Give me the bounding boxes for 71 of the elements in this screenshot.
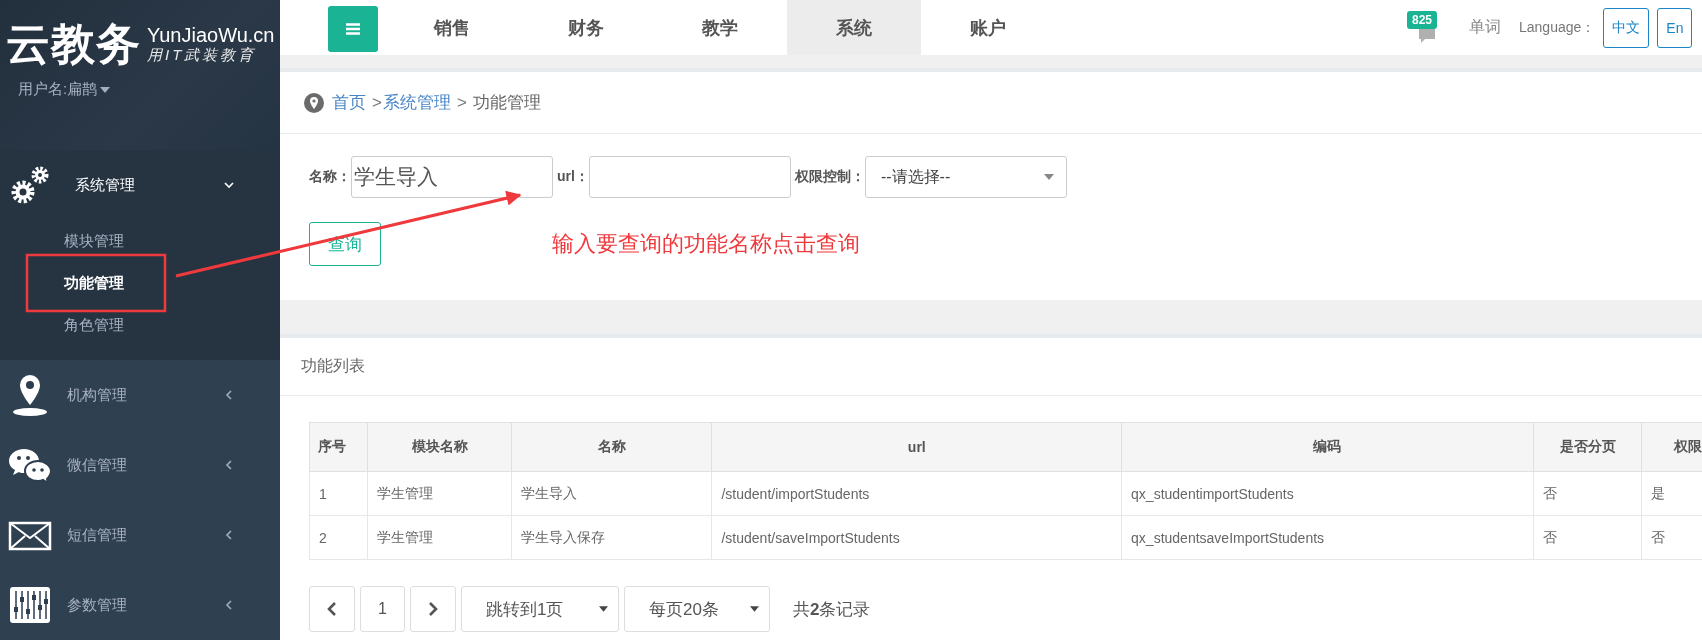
chevron-left-icon	[327, 602, 337, 616]
table-cell: qx_studentsaveImportStudents	[1121, 515, 1534, 560]
menu-item[interactable]: 短信管理	[0, 500, 280, 570]
panel-title: 功能列表	[301, 356, 365, 376]
table-cell: 2	[309, 515, 368, 560]
caret-icon	[100, 86, 111, 93]
table-cell: 学生管理	[367, 471, 512, 516]
location-icon	[304, 92, 324, 113]
breadcrumb-separator: >	[372, 92, 382, 113]
field-label: 权限控制：	[794, 168, 865, 186]
language-label: Language：	[1519, 18, 1596, 37]
submenu-item[interactable]: 功能管理	[0, 262, 280, 304]
table-cell: /student/importStudents	[711, 471, 1122, 516]
language-button[interactable]: 中文	[1603, 7, 1650, 48]
chevron-down-icon	[224, 180, 234, 190]
text-field[interactable]	[588, 156, 791, 198]
table-cell: /student/saveImportStudents	[711, 515, 1122, 560]
page-number-button[interactable]: 1	[360, 586, 405, 632]
column-header: 权限	[1641, 422, 1702, 472]
user-menu[interactable]: 用户名:扁鹊	[18, 80, 111, 99]
breadcrumb-link[interactable]: 首页	[332, 91, 366, 114]
nav-tab[interactable]: 系统	[787, 0, 921, 55]
chevron-left-icon	[224, 460, 234, 470]
menu-icon	[346, 23, 360, 35]
column-header: 是否分页	[1533, 422, 1642, 472]
page-jump-select[interactable]: 跳转到1页	[461, 586, 619, 632]
table-cell: 否	[1533, 515, 1642, 560]
dropdown-arrow-icon	[750, 606, 759, 612]
column-header: 编码	[1121, 422, 1534, 472]
field-label: url：	[557, 168, 589, 186]
breadcrumb-link[interactable]: 系统管理	[382, 91, 451, 114]
logo-domain: YunJiaoWu.cn	[147, 24, 275, 46]
message-icon[interactable]	[1417, 27, 1437, 44]
menu-item[interactable]: 微信管理	[0, 430, 280, 500]
table-cell: 学生管理	[367, 515, 512, 560]
text-field[interactable]: 学生导入	[351, 156, 553, 198]
field-label: 名称：	[309, 168, 351, 186]
select-field[interactable]: --请选择--	[864, 156, 1067, 198]
record-count: 共2条记录	[793, 598, 871, 621]
notification-badge: 825	[1407, 10, 1438, 29]
column-header: 模块名称	[367, 422, 512, 472]
logo-title: 云教务	[6, 22, 141, 66]
word-link[interactable]: 单词	[1469, 17, 1501, 38]
table-cell: qx_studentimportStudents	[1121, 471, 1534, 516]
submenu-item[interactable]: 模块管理	[0, 220, 280, 262]
breadcrumb-separator: >	[456, 92, 467, 113]
logo-slogan: 用IT武装教育	[147, 46, 258, 64]
menu-item[interactable]: 参数管理	[0, 570, 280, 640]
column-header: url	[711, 422, 1122, 472]
page-size-select[interactable]: 每页20条	[624, 586, 770, 632]
language-button[interactable]: En	[1657, 7, 1693, 48]
column-header: 序号	[309, 422, 368, 472]
annotation-text: 输入要查询的功能名称点击查询	[552, 230, 860, 258]
table-cell: 否	[1533, 471, 1642, 516]
dropdown-arrow-icon	[1043, 174, 1054, 180]
column-header: 名称	[511, 422, 712, 472]
table-cell: 1	[309, 471, 368, 516]
table-cell: 学生导入	[511, 471, 712, 516]
submenu-item[interactable]: 角色管理	[0, 304, 280, 346]
chevron-left-icon	[224, 530, 234, 540]
menu-item[interactable]: 机构管理	[0, 360, 280, 430]
chevron-left-icon	[224, 390, 234, 400]
previous-page-button[interactable]	[309, 586, 355, 632]
menu-item[interactable]: 系统管理	[0, 150, 280, 220]
breadcrumb-current: 功能管理	[472, 92, 541, 114]
table-cell: 学生导入保存	[511, 515, 712, 560]
chevron-right-icon	[428, 602, 438, 616]
menu-button[interactable]	[328, 6, 378, 52]
next-page-button[interactable]	[410, 586, 456, 632]
chevron-left-icon	[224, 600, 234, 610]
dropdown-arrow-icon	[599, 606, 608, 612]
